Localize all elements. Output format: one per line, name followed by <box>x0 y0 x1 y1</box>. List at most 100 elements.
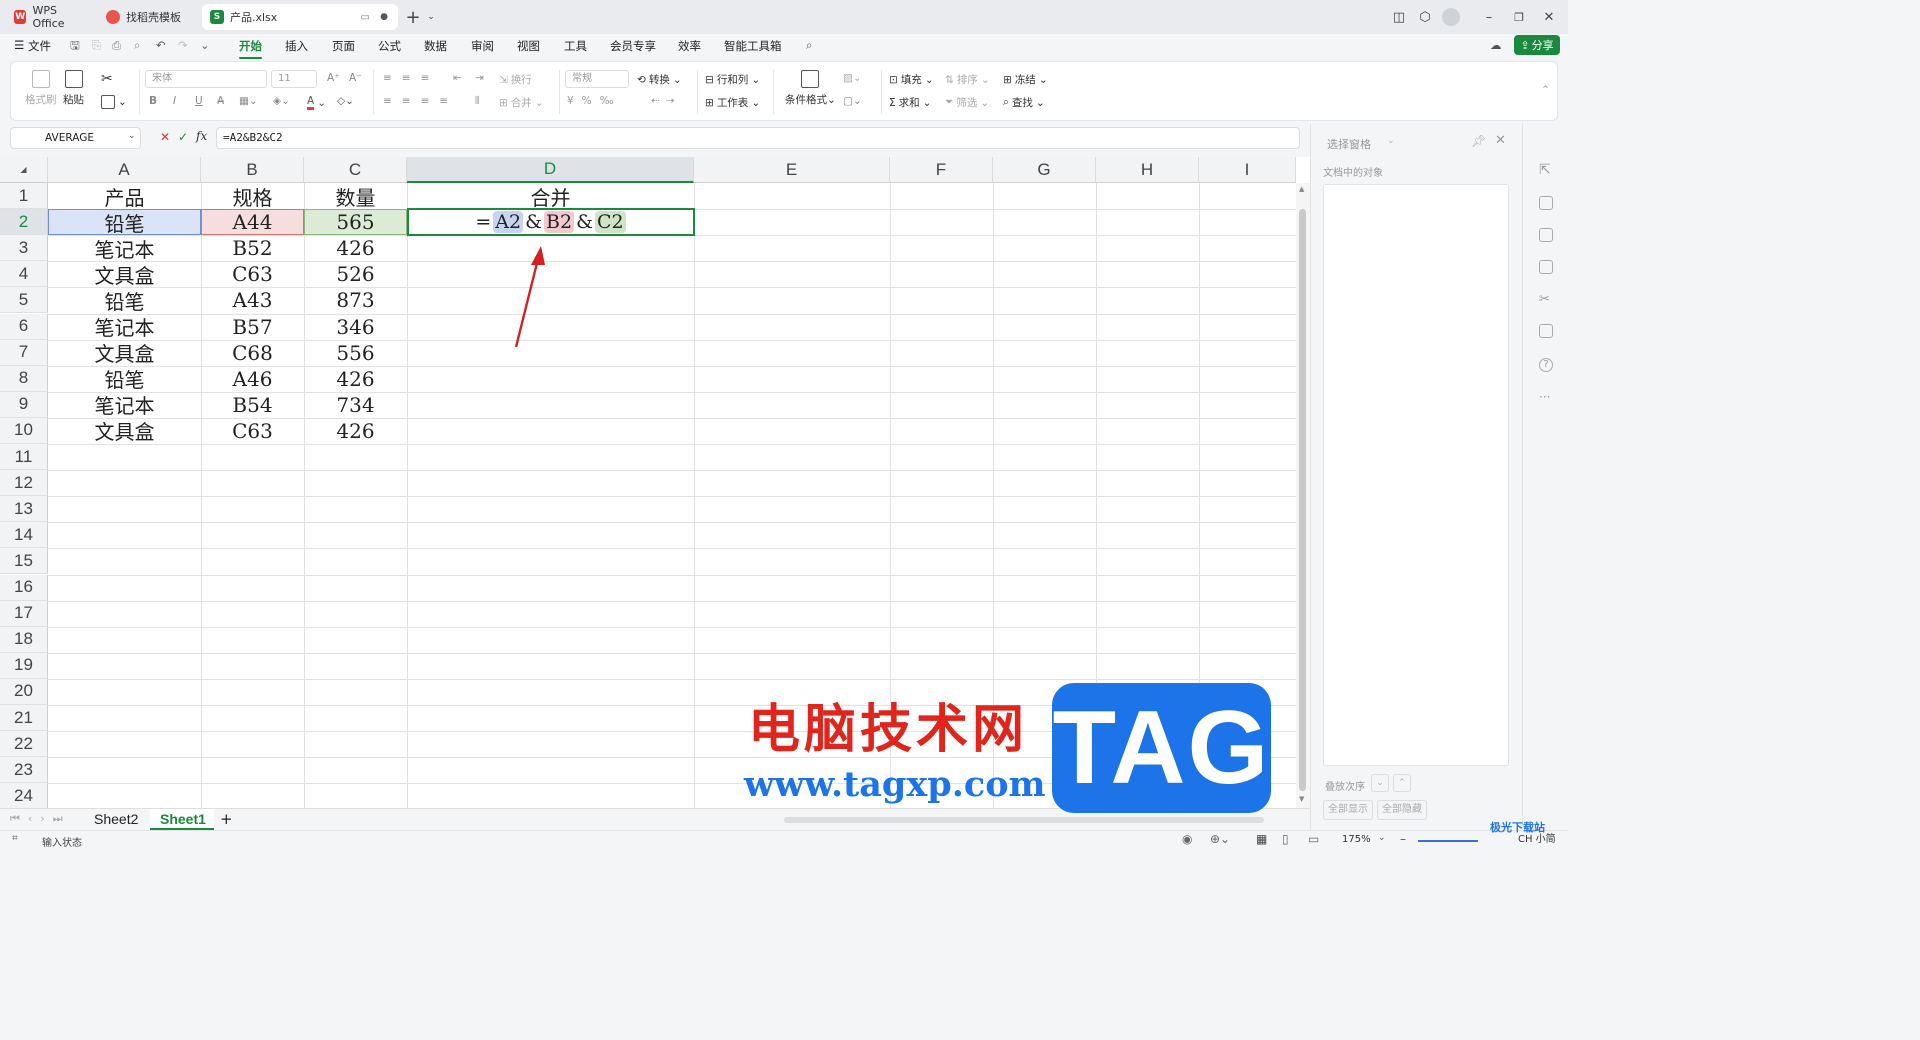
cloud-icon[interactable]: ☁ <box>1490 38 1502 52</box>
location-icon[interactable]: ⊕⌄ <box>1210 832 1230 846</box>
cancel-formula-button[interactable]: ✕ <box>160 130 170 144</box>
eye-protection-icon[interactable]: ◉ <box>1182 832 1192 846</box>
redo-icon[interactable]: ↷ <box>178 38 188 52</box>
ime-indicator[interactable]: CH 小简 <box>1518 830 1556 845</box>
cell-B2[interactable]: A44 <box>201 209 304 235</box>
layout-icon[interactable]: ◫ <box>1390 8 1408 26</box>
tab-member[interactable]: 会员专享 <box>610 38 656 54</box>
underline-button[interactable]: U <box>195 95 203 107</box>
cell-B8[interactable]: A46 <box>201 366 304 392</box>
more-icon[interactable]: ··· <box>1539 390 1553 404</box>
column-header-A[interactable]: A <box>48 157 201 183</box>
tab-product-xlsx[interactable]: S 产品.xlsx ▭ ● <box>202 4 398 30</box>
tab-smart-toolbox[interactable]: 智能工具箱 <box>724 38 782 54</box>
row-header-1[interactable]: 1 <box>0 183 48 210</box>
cell-C9[interactable]: 734 <box>304 392 407 418</box>
cell-A4[interactable]: 文具盒 <box>48 261 201 288</box>
find-button[interactable]: ⌕ 查找 ⌄ <box>1003 95 1045 110</box>
select-all-corner[interactable]: ◢ <box>0 157 48 183</box>
zoom-slider[interactable] <box>1418 840 1478 842</box>
tab-insert[interactable]: 插入 <box>285 38 308 54</box>
cell-C7[interactable]: 556 <box>304 340 407 366</box>
tab-efficiency[interactable]: 效率 <box>678 38 701 54</box>
clear-format-icon[interactable]: ◇⌄ <box>337 95 354 107</box>
cell-A10[interactable]: 文具盒 <box>48 418 201 444</box>
show-all-button[interactable]: 全部显示 <box>1323 800 1373 820</box>
cell-C3[interactable]: 426 <box>304 235 407 261</box>
restore-icon[interactable]: ❐ <box>1510 8 1528 26</box>
tab-home[interactable]: 开始 <box>239 38 262 59</box>
row-header-19[interactable]: 19 <box>0 652 48 679</box>
row-header-21[interactable]: 21 <box>0 705 48 732</box>
comment-icon[interactable] <box>1539 228 1553 242</box>
macro-icon[interactable]: ⌗ <box>12 833 18 844</box>
cell-C10[interactable]: 426 <box>304 418 407 444</box>
formula-input[interactable]: =A2&B2&C2 <box>223 131 283 144</box>
cell-C4[interactable]: 526 <box>304 261 407 287</box>
font-name-select[interactable]: 宋体 <box>145 70 267 88</box>
conditional-format-button[interactable]: 条件格式⌄ <box>785 70 836 107</box>
cut-icon[interactable]: ✂ <box>101 71 113 87</box>
horizontal-align-icons[interactable]: ≡≡≡≡ <box>383 95 458 107</box>
cell-A9[interactable]: 笔记本 <box>48 392 201 418</box>
cell-A5[interactable]: 铅笔 <box>48 287 201 314</box>
decimal-icons[interactable]: ⇠⇢ <box>651 95 681 107</box>
cell-B4[interactable]: C63 <box>201 261 304 287</box>
tools-icon[interactable]: ✂ <box>1539 292 1553 307</box>
row-header-5[interactable]: 5 <box>0 287 48 314</box>
tab-list-chevron-icon[interactable]: ⌄ <box>422 8 440 26</box>
vertical-align-icons[interactable]: ≡≡≡ <box>383 72 439 84</box>
cell-B6[interactable]: B57 <box>201 314 304 340</box>
row-header-13[interactable]: 13 <box>0 496 48 523</box>
share-button[interactable]: ⇪ 分享 <box>1514 35 1560 55</box>
help-icon[interactable]: ? <box>1539 358 1553 372</box>
avatar[interactable] <box>1442 8 1460 26</box>
font-shrink-icon[interactable]: A⁻ <box>349 72 362 84</box>
row-header-3[interactable]: 3 <box>0 235 48 262</box>
row-header-6[interactable]: 6 <box>0 313 48 340</box>
column-header-D[interactable]: D <box>407 157 694 183</box>
spreadsheet-grid[interactable]: ◢ ABCDEFGHI 1 2 3 4 5 6 7 8 9 10 11 12 13 14 15 16 17 18 1… <box>0 157 1310 813</box>
quick-access-chevron-icon[interactable]: ⌄ <box>200 38 210 52</box>
tab-formula[interactable]: 公式 <box>378 38 401 54</box>
cell-B5[interactable]: A43 <box>201 287 304 313</box>
cell-C8[interactable]: 426 <box>304 366 407 392</box>
export-icon[interactable]: ⎘ <box>92 38 101 53</box>
cell-B3[interactable]: B52 <box>201 235 304 261</box>
cell-B7[interactable]: C68 <box>201 340 304 366</box>
copy-icon[interactable]: ⌄ <box>101 95 127 109</box>
cell-A8[interactable]: 铅笔 <box>48 366 201 392</box>
cell-B9[interactable]: B54 <box>201 392 304 418</box>
row-header-2[interactable]: 2 <box>0 209 48 236</box>
horizontal-scrollbar[interactable] <box>784 817 1264 823</box>
cell-border-icon[interactable]: ▢⌄ <box>843 95 862 107</box>
cell-style-icon[interactable]: ▨⌄ <box>843 72 862 84</box>
column-header-H[interactable]: H <box>1096 157 1199 183</box>
page-break-icon[interactable]: ▭ <box>1308 832 1319 846</box>
name-box-chevron-icon[interactable]: ⌄ <box>128 131 136 141</box>
distribute-icon[interactable]: ⫴ <box>475 95 479 108</box>
format-painter-button[interactable]: 格式刷 <box>25 70 57 107</box>
column-header-C[interactable]: C <box>304 157 407 183</box>
font-size-select[interactable]: 11 <box>271 70 317 88</box>
row-header-23[interactable]: 23 <box>0 757 48 784</box>
row-header-24[interactable]: 24 <box>0 783 48 810</box>
scroll-up-icon[interactable]: ▲ <box>1299 185 1304 193</box>
sheet-tab-sheet1[interactable]: Sheet1 <box>160 811 206 827</box>
outdent-icon[interactable]: ⇥ <box>475 72 484 84</box>
strikethrough-icon[interactable]: A̶ <box>217 95 224 107</box>
scroll-down-icon[interactable]: ▼ <box>1299 795 1304 803</box>
font-color-icon[interactable]: A ⌄ <box>307 95 326 110</box>
cell-A2[interactable]: 铅笔 <box>48 209 201 236</box>
cell-D1[interactable]: 合并 <box>407 183 694 210</box>
ribbon-collapse-icon[interactable]: ⌃ <box>1541 84 1550 96</box>
freeze-button[interactable]: ⊞ 冻结 ⌄ <box>1003 72 1048 87</box>
merge-button[interactable]: ⊞ 合并 ⌄ <box>499 95 544 110</box>
scroll-thumb[interactable] <box>1299 209 1306 791</box>
zoom-chevron-icon[interactable]: ⌄ <box>1378 833 1386 843</box>
row-header-16[interactable]: 16 <box>0 574 48 601</box>
add-sheet-button[interactable]: + <box>220 810 233 828</box>
print-icon[interactable]: ⎙ <box>112 38 121 53</box>
row-header-12[interactable]: 12 <box>0 470 48 497</box>
row-header-8[interactable]: 8 <box>0 365 48 392</box>
